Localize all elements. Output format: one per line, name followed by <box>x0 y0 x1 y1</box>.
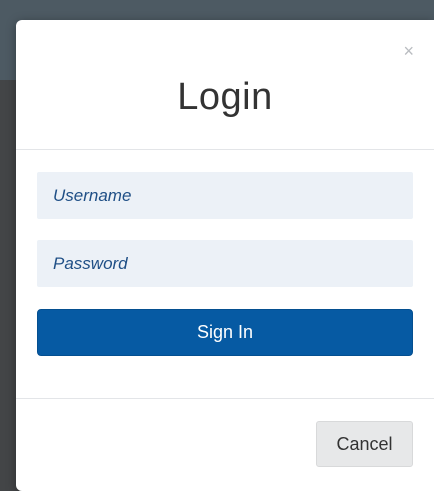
password-input[interactable] <box>37 240 413 287</box>
close-icon[interactable]: × <box>403 42 414 60</box>
login-modal: × Login Sign In Cancel <box>16 20 434 491</box>
username-input[interactable] <box>37 172 413 219</box>
sign-in-button[interactable]: Sign In <box>37 309 413 356</box>
cancel-button[interactable]: Cancel <box>316 421 413 467</box>
footer-divider <box>16 398 434 399</box>
modal-title: Login <box>177 76 273 118</box>
header-divider <box>16 149 434 150</box>
